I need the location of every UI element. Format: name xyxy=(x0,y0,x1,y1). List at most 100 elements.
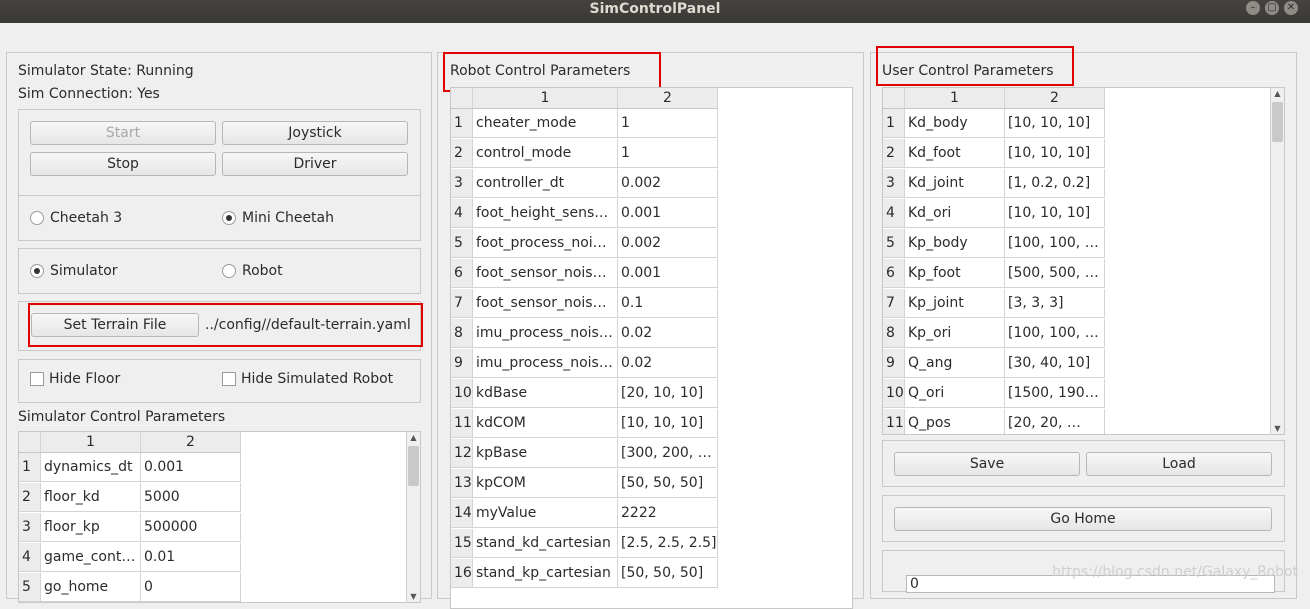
param-value-cell[interactable]: [10, 10, 10] xyxy=(1005,139,1105,168)
row-number[interactable]: 10 xyxy=(451,379,473,408)
row-number[interactable]: 2 xyxy=(451,139,473,168)
row-number[interactable]: 1 xyxy=(19,453,41,482)
row-number[interactable]: 15 xyxy=(451,529,473,558)
scroll-thumb[interactable] xyxy=(1272,102,1283,142)
param-name-cell[interactable]: Kp_foot xyxy=(905,259,1005,288)
param-value-cell[interactable]: [10, 10, 10] xyxy=(618,409,718,438)
robot-radio[interactable] xyxy=(222,264,236,278)
param-value-cell[interactable]: [1, 0.2, 0.2] xyxy=(1005,169,1105,198)
param-value-cell[interactable]: 0.001 xyxy=(141,453,241,482)
param-name-cell[interactable]: cheater_mode xyxy=(473,109,618,138)
param-value-cell[interactable]: 0.01 xyxy=(141,543,241,572)
param-name-cell[interactable]: foot_sensor_nois… xyxy=(473,259,618,288)
row-number[interactable]: 4 xyxy=(451,199,473,228)
param-value-cell[interactable]: [100, 100, … xyxy=(1005,229,1105,258)
column-header[interactable]: 2 xyxy=(141,432,241,452)
row-number[interactable]: 4 xyxy=(883,199,905,228)
go-home-button[interactable]: Go Home xyxy=(894,507,1272,531)
param-value-cell[interactable]: 2222 xyxy=(618,499,718,528)
param-name-cell[interactable]: foot_height_sens… xyxy=(473,199,618,228)
scroll-down-icon[interactable]: ▼ xyxy=(1271,424,1284,433)
scroll-up-icon[interactable]: ▲ xyxy=(407,433,420,442)
row-number[interactable]: 11 xyxy=(883,409,905,434)
param-value-cell[interactable]: 500000 xyxy=(141,513,241,542)
param-value-cell[interactable]: [10, 10, 10] xyxy=(1005,199,1105,228)
param-name-cell[interactable]: dynamics_dt xyxy=(41,453,141,482)
param-value-cell[interactable]: 0.002 xyxy=(618,229,718,258)
param-name-cell[interactable]: stand_kd_cartesian xyxy=(473,529,618,558)
param-value-cell[interactable]: [50, 50, 50] xyxy=(618,469,718,498)
simulator-radio[interactable] xyxy=(30,264,44,278)
param-name-cell[interactable]: kpCOM xyxy=(473,469,618,498)
param-name-cell[interactable]: kdBase xyxy=(473,379,618,408)
cheetah3-radio[interactable] xyxy=(30,211,44,225)
param-name-cell[interactable]: kdCOM xyxy=(473,409,618,438)
hide-floor-checkbox[interactable] xyxy=(30,372,44,386)
param-value-cell[interactable]: 0.001 xyxy=(618,259,718,288)
row-number[interactable]: 1 xyxy=(883,109,905,138)
driver-button[interactable]: Driver xyxy=(222,152,408,176)
row-number[interactable]: 4 xyxy=(19,543,41,572)
param-name-cell[interactable]: floor_kd xyxy=(41,483,141,512)
param-value-cell[interactable]: 0.1 xyxy=(618,289,718,318)
param-name-cell[interactable]: stand_kp_cartesian xyxy=(473,559,618,588)
param-name-cell[interactable]: kpBase xyxy=(473,439,618,468)
param-name-cell[interactable]: controller_dt xyxy=(473,169,618,198)
row-number[interactable]: 6 xyxy=(883,259,905,288)
param-value-cell[interactable]: [10, 10, 10] xyxy=(1005,109,1105,138)
param-value-cell[interactable]: 1 xyxy=(618,139,718,168)
param-name-cell[interactable]: foot_sensor_nois… xyxy=(473,289,618,318)
row-number[interactable]: 3 xyxy=(19,513,41,542)
param-value-cell[interactable]: 0.02 xyxy=(618,349,718,378)
param-name-cell[interactable]: Kd_foot xyxy=(905,139,1005,168)
row-number[interactable]: 3 xyxy=(451,169,473,198)
row-number[interactable]: 7 xyxy=(883,289,905,318)
param-name-cell[interactable]: Kd_body xyxy=(905,109,1005,138)
row-number[interactable]: 5 xyxy=(883,229,905,258)
scroll-down-icon[interactable]: ▼ xyxy=(407,592,420,601)
param-name-cell[interactable]: Kp_joint xyxy=(905,289,1005,318)
param-name-cell[interactable]: Kd_ori xyxy=(905,199,1005,228)
vertical-scrollbar[interactable]: ▲ ▼ xyxy=(1270,88,1284,434)
row-number[interactable]: 2 xyxy=(19,483,41,512)
param-name-cell[interactable]: floor_kp xyxy=(41,513,141,542)
load-button[interactable]: Load xyxy=(1086,452,1272,476)
row-number[interactable]: 16 xyxy=(451,559,473,588)
param-value-cell[interactable]: [100, 100, … xyxy=(1005,319,1105,348)
start-button[interactable]: Start xyxy=(30,121,216,145)
mini-cheetah-radio[interactable] xyxy=(222,211,236,225)
row-number[interactable]: 2 xyxy=(883,139,905,168)
param-name-cell[interactable]: go_home xyxy=(41,573,141,602)
param-name-cell[interactable]: imu_process_nois… xyxy=(473,319,618,348)
param-name-cell[interactable]: foot_process_noi… xyxy=(473,229,618,258)
hide-robot-checkbox[interactable] xyxy=(222,372,236,386)
row-number[interactable]: 3 xyxy=(883,169,905,198)
column-header[interactable]: 2 xyxy=(618,88,718,108)
param-name-cell[interactable]: Q_pos xyxy=(905,409,1005,434)
scroll-up-icon[interactable]: ▲ xyxy=(1271,89,1284,98)
column-header[interactable]: 1 xyxy=(473,88,618,108)
vertical-scrollbar[interactable]: ▲ ▼ xyxy=(406,432,420,602)
row-number[interactable]: 8 xyxy=(451,319,473,348)
row-number[interactable]: 11 xyxy=(451,409,473,438)
maximize-icon[interactable]: □ xyxy=(1265,1,1279,15)
column-header[interactable]: 1 xyxy=(905,88,1005,108)
param-value-cell[interactable]: [500, 500, … xyxy=(1005,259,1105,288)
row-number[interactable]: 13 xyxy=(451,469,473,498)
set-terrain-file-button[interactable]: Set Terrain File xyxy=(31,313,199,337)
save-button[interactable]: Save xyxy=(894,452,1080,476)
param-name-cell[interactable]: control_mode xyxy=(473,139,618,168)
row-number[interactable]: 9 xyxy=(451,349,473,378)
row-number[interactable]: 8 xyxy=(883,319,905,348)
param-value-cell[interactable]: [3, 3, 3] xyxy=(1005,289,1105,318)
param-name-cell[interactable]: Q_ang xyxy=(905,349,1005,378)
param-value-cell[interactable]: 0.001 xyxy=(618,199,718,228)
joystick-button[interactable]: Joystick xyxy=(222,121,408,145)
row-number[interactable]: 14 xyxy=(451,499,473,528)
param-value-cell[interactable]: [30, 40, 10] xyxy=(1005,349,1105,378)
close-icon[interactable]: ✕ xyxy=(1284,1,1298,15)
param-value-cell[interactable]: [2.5, 2.5, 2.5] xyxy=(618,529,718,558)
param-name-cell[interactable]: Kp_ori xyxy=(905,319,1005,348)
column-header[interactable]: 2 xyxy=(1005,88,1105,108)
param-value-cell[interactable]: [1500, 190… xyxy=(1005,379,1105,408)
